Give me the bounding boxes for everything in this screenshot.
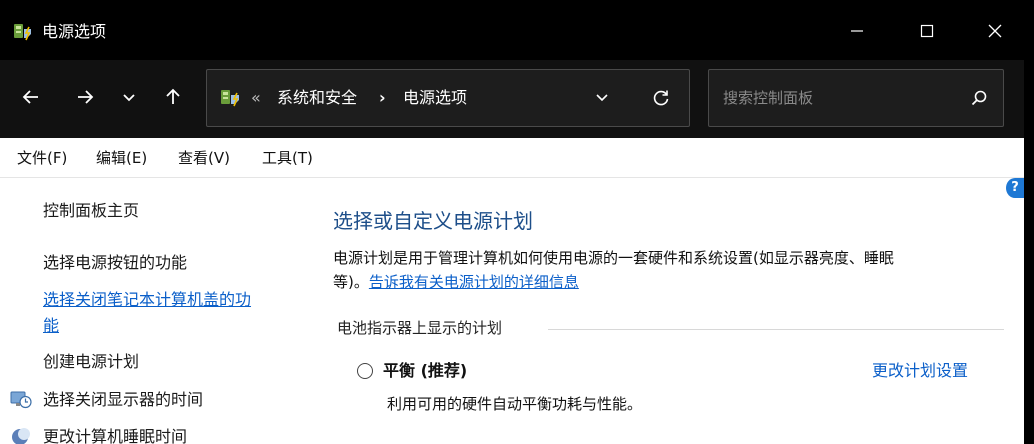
help-icon[interactable]: ? [1006, 178, 1024, 198]
sidebar-item-display-off-time[interactable]: 选择关闭显示器的时间 [43, 389, 203, 411]
power-options-icon [12, 21, 34, 43]
forward-arrow-icon [75, 87, 95, 111]
description-line-1: 电源计划是用于管理计算机如何使用电源的一套硬件和系统设置(如显示器亮度、睡眠 [333, 249, 894, 267]
menu-tools[interactable]: 工具(T) [262, 148, 313, 168]
plan-group-label: 电池指示器上显示的计划 [337, 318, 511, 338]
refresh-icon [651, 90, 671, 112]
menu-view[interactable]: 查看(V) [178, 148, 230, 168]
sidebar-item-create-plan[interactable]: 创建电源计划 [43, 351, 139, 373]
page-title: 选择或自定义电源计划 [333, 209, 533, 233]
up-button[interactable] [156, 82, 190, 116]
power-options-icon [219, 87, 243, 109]
recent-dropdown-icon [122, 90, 136, 109]
breadcrumb-system-security[interactable]: 系统和安全 [277, 87, 357, 109]
back-button[interactable] [14, 82, 48, 116]
power-options-window: 电源选项 « 系统和安全 › 电源选项 搜索控制面板 文件(F) 编辑(E) 查… [0, 0, 1024, 444]
minimize-icon [850, 24, 864, 38]
forward-button[interactable] [68, 82, 102, 116]
plan-radio-balanced[interactable] [357, 363, 373, 379]
sidebar-item-power-button[interactable]: 选择电源按钮的功能 [43, 252, 187, 274]
up-arrow-icon [163, 87, 183, 111]
search-box[interactable] [708, 69, 1004, 127]
description-tail: 等)。 [333, 273, 369, 291]
breadcrumb-power-options[interactable]: 电源选项 [403, 87, 467, 109]
menu-bar: 文件(F) 编辑(E) 查看(V) 工具(T) [0, 138, 1024, 178]
plan-name[interactable]: 平衡 (推荐) [383, 360, 467, 382]
sidebar-item-control-panel-home[interactable]: 控制面板主页 [43, 200, 139, 222]
close-button[interactable] [972, 12, 1018, 50]
sleep-moon-icon [10, 427, 32, 444]
address-overflow[interactable]: « [251, 87, 261, 109]
search-icon[interactable] [969, 88, 989, 112]
sidebar-item-lid-close-cont[interactable]: 能 [43, 315, 59, 337]
menu-file[interactable]: 文件(F) [17, 148, 67, 168]
description-line-2: 等)。告诉我有关电源计划的详细信息 [333, 270, 1009, 294]
window-title: 电源选项 [42, 22, 107, 41]
navigation-bar: « 系统和安全 › 电源选项 [0, 60, 1024, 138]
change-plan-settings-link[interactable]: 更改计划设置 [872, 360, 968, 382]
plan-description: 利用可用的硬件自动平衡功耗与性能。 [387, 395, 643, 413]
content-area: ? 控制面板主页 选择电源按钮的功能 选择关闭笔记本计算机盖的功 能 创建电源计… [0, 178, 1024, 444]
sidebar-item-lid-close[interactable]: 选择关闭笔记本计算机盖的功 [43, 289, 251, 311]
breadcrumb-separator[interactable]: › [379, 87, 386, 109]
address-dropdown-button[interactable] [595, 90, 609, 109]
maximize-icon [920, 24, 934, 38]
chevron-down-icon [595, 90, 609, 109]
address-bar[interactable]: « 系统和安全 › 电源选项 [206, 69, 690, 127]
search-input[interactable] [723, 87, 953, 109]
maximize-button[interactable] [904, 12, 950, 50]
group-divider [548, 329, 1004, 330]
menu-edit[interactable]: 编辑(E) [96, 148, 147, 168]
display-schedule-icon [10, 390, 32, 410]
page-description: 电源计划是用于管理计算机如何使用电源的一套硬件和系统设置(如显示器亮度、睡眠 等… [333, 246, 1009, 294]
recent-locations-button[interactable] [112, 82, 146, 116]
minimize-button[interactable] [834, 12, 880, 50]
sidebar-item-sleep-time[interactable]: 更改计算机睡眠时间 [43, 426, 187, 444]
learn-more-link[interactable]: 告诉我有关电源计划的详细信息 [369, 273, 579, 291]
refresh-button[interactable] [651, 88, 671, 112]
close-icon [987, 23, 1003, 39]
title-bar: 电源选项 [0, 0, 1024, 60]
back-arrow-icon [21, 87, 41, 111]
